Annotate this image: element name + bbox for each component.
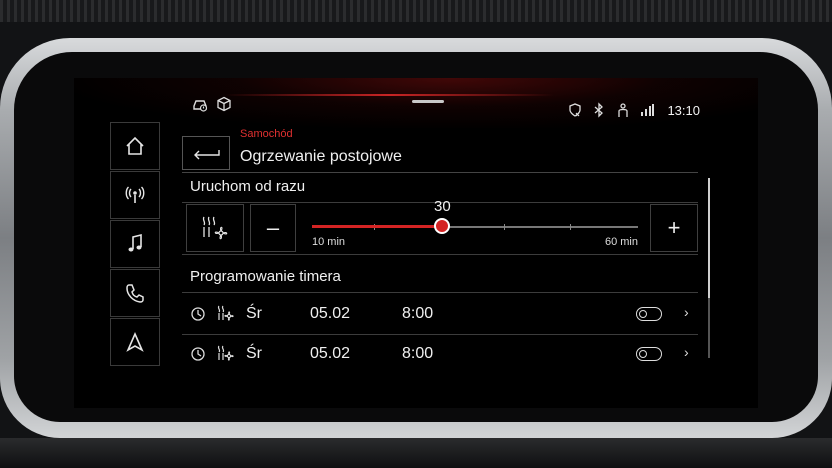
signal-icon xyxy=(639,102,655,118)
parking-heater-icon xyxy=(217,305,234,321)
duration-slider[interactable]: 30 10 min 60 min xyxy=(302,198,642,252)
music-icon xyxy=(128,233,142,252)
scrollbar-thumb[interactable] xyxy=(708,178,710,298)
nav-home[interactable] xyxy=(110,122,160,170)
slider-tick xyxy=(570,224,571,230)
timer-toggle[interactable] xyxy=(636,347,662,361)
timer-day: Śr xyxy=(246,345,262,362)
center-console xyxy=(0,438,832,468)
status-left xyxy=(192,96,232,112)
back-button[interactable] xyxy=(182,136,230,170)
header-divider xyxy=(182,172,698,173)
nav-media[interactable] xyxy=(110,220,160,268)
timer-row[interactable]: Śr 05.02 8:00 › xyxy=(182,336,698,372)
timer-date: 05.02 xyxy=(310,345,351,362)
slider-value: 30 xyxy=(434,198,451,215)
drag-handle[interactable] xyxy=(412,100,444,103)
section-title-start-now: Uruchom od razu xyxy=(190,178,306,195)
parking-heater-icon xyxy=(202,216,228,240)
nav-navigation[interactable] xyxy=(110,318,160,366)
timer-row[interactable]: Śr 05.02 8:00 › xyxy=(182,296,698,332)
chevron-right-icon[interactable]: › xyxy=(684,304,689,320)
section-title-timer: Programowanie timera xyxy=(190,268,341,285)
timer-date: 05.02 xyxy=(310,305,351,322)
nav-radio[interactable] xyxy=(110,171,160,219)
breadcrumb[interactable]: Samochód xyxy=(240,128,293,140)
page-title: Ogrzewanie postojowe xyxy=(240,148,402,165)
row-divider xyxy=(182,334,698,335)
parking-heater-icon xyxy=(217,345,234,361)
slider-max-label: 60 min xyxy=(604,236,638,248)
section-divider xyxy=(182,254,698,255)
left-nav xyxy=(110,122,160,368)
decrease-button[interactable]: – xyxy=(250,204,296,252)
person-icon xyxy=(615,102,631,118)
car-service-icon[interactable] xyxy=(192,96,208,112)
slider-tick xyxy=(504,224,505,230)
timer-day: Śr xyxy=(246,305,262,322)
back-arrow-icon xyxy=(194,150,220,160)
status-clock: 13:10 xyxy=(667,102,700,118)
clock-icon xyxy=(191,347,205,361)
slider-fill xyxy=(312,225,443,228)
navigation-icon xyxy=(126,332,144,352)
status-right: 13:10 xyxy=(567,102,700,118)
nav-phone[interactable] xyxy=(110,269,160,317)
bluetooth-icon xyxy=(591,102,607,118)
timer-time: 8:00 xyxy=(402,305,434,322)
radio-icon xyxy=(125,186,145,203)
status-bar: 13:10 xyxy=(74,78,758,118)
phone-icon xyxy=(126,284,144,303)
timer-toggle[interactable] xyxy=(636,307,662,321)
shield-icon xyxy=(567,102,583,118)
dashboard-vent xyxy=(0,0,832,22)
slider-min-label: 10 min xyxy=(312,236,346,248)
clock-icon xyxy=(191,307,205,321)
increase-button[interactable]: + xyxy=(650,204,698,252)
home-icon xyxy=(126,136,144,155)
slider-knob[interactable] xyxy=(434,218,451,234)
heater-mode-button[interactable] xyxy=(186,204,244,252)
infotainment-screen: 13:10 Samochód Ogrzewanie postojowe Uruc… xyxy=(74,78,758,408)
chevron-right-icon[interactable]: › xyxy=(684,344,689,360)
timer-time: 8:00 xyxy=(402,345,434,362)
section-divider xyxy=(182,292,698,293)
cube-icon[interactable] xyxy=(216,96,232,112)
